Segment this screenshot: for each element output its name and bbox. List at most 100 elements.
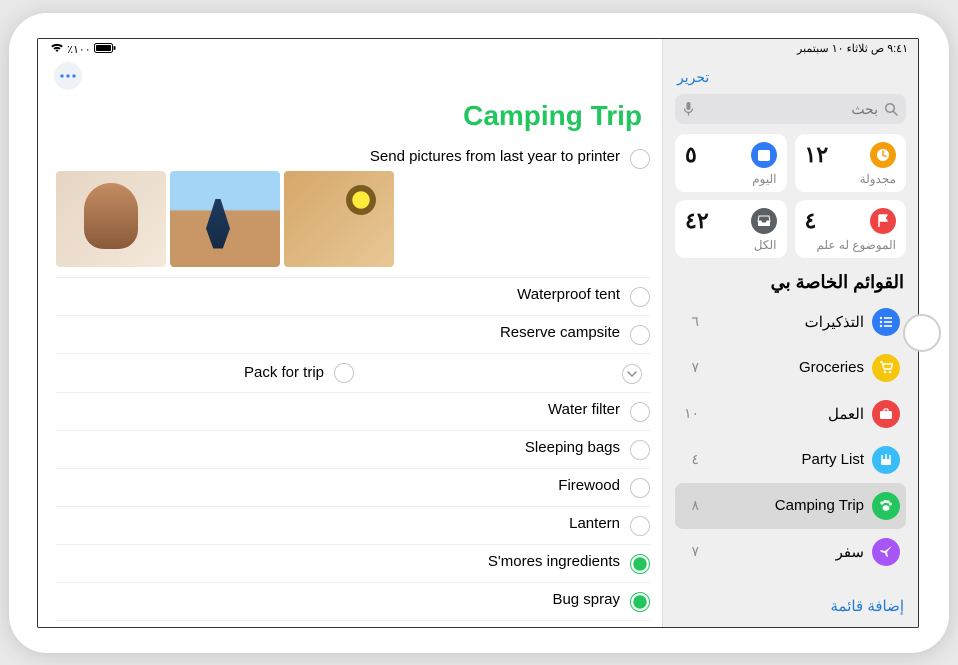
reminder-title: Bug spray xyxy=(56,591,620,608)
search-icon xyxy=(884,102,898,116)
status-left: ٪١٠٠ xyxy=(50,43,116,56)
attachment-thumbnail[interactable] xyxy=(56,171,166,267)
main-pane: ٪١٠٠ Camping Trip Send pictures from las… xyxy=(38,39,662,627)
reminder-checkbox[interactable] xyxy=(630,440,650,460)
reminder-checkbox[interactable] xyxy=(630,325,650,345)
plane-icon xyxy=(872,538,900,566)
calendar-icon xyxy=(751,142,777,168)
smart-count: ٥ xyxy=(685,142,697,168)
home-button[interactable] xyxy=(903,314,941,352)
list-count: ٨ xyxy=(681,497,699,514)
reminder-checkbox[interactable] xyxy=(630,592,650,612)
reminders-list: Send pictures from last year to printer W… xyxy=(38,140,662,621)
cart-icon xyxy=(872,354,900,382)
smart-label: مجدولة xyxy=(805,172,897,186)
smart-label: اليوم xyxy=(685,172,777,186)
list-count: ٦ xyxy=(681,313,699,330)
smart-card-مجدولة[interactable]: ١٢ مجدولة xyxy=(795,134,907,192)
ipad-frame: ٪١٠٠ Camping Trip Send pictures from las… xyxy=(9,13,949,653)
reminder-title: Firewood xyxy=(56,477,620,494)
reminder-title: Sleeping bags xyxy=(56,439,620,456)
list-count: ٧ xyxy=(681,359,699,376)
search-input[interactable] xyxy=(675,94,906,124)
reminder-checkbox[interactable] xyxy=(630,287,650,307)
flag-icon xyxy=(870,208,896,234)
status-bar-left: ٪١٠٠ xyxy=(38,39,662,56)
list-name: Party List xyxy=(801,451,864,468)
reminder-item[interactable]: Waterproof tent xyxy=(56,278,650,316)
mic-icon[interactable] xyxy=(683,101,694,117)
reminder-item[interactable]: Water filter xyxy=(56,393,650,431)
smart-card-اليوم[interactable]: ٥ اليوم xyxy=(675,134,787,192)
sidebar-list-التذكيرات[interactable]: ٦ التذكيرات xyxy=(675,299,906,345)
sidebar-list-Camping Trip[interactable]: ٨ Camping Trip xyxy=(675,483,906,529)
smart-count: ٤٢ xyxy=(685,208,709,234)
reminder-title: Lantern xyxy=(56,515,620,532)
reminder-title: Send pictures from last year to printer xyxy=(56,148,620,165)
user-lists: ٦ التذكيرات ٧ Groceries ١٠ العمل ٤ Party List ٨ C… xyxy=(675,299,906,575)
tray-icon xyxy=(751,208,777,234)
edit-button[interactable]: تحرير xyxy=(675,65,906,94)
sidebar-list-سفر[interactable]: ٧ سفر xyxy=(675,529,906,575)
battery-icon xyxy=(94,43,116,53)
reminder-title: Waterproof tent xyxy=(56,286,620,303)
reminder-checkbox[interactable] xyxy=(630,516,650,536)
cake-icon xyxy=(872,446,900,474)
reminder-item[interactable]: Firewood xyxy=(56,469,650,507)
reminder-item[interactable]: Bug spray xyxy=(56,583,650,621)
sidebar: ٩:٤١ ص ثلاثاء ١٠ سبتمبر تحرير ٥ اليوم ١٢ مج… xyxy=(662,39,918,627)
status-bar-right: ٩:٤١ ص ثلاثاء ١٠ سبتمبر xyxy=(663,39,918,59)
sidebar-list-Groceries[interactable]: ٧ Groceries xyxy=(675,345,906,391)
reminder-item[interactable]: S'mores ingredients xyxy=(56,545,650,583)
reminder-item[interactable]: Sleeping bags xyxy=(56,431,650,469)
briefcase-icon xyxy=(872,400,900,428)
reminder-checkbox[interactable] xyxy=(334,363,354,383)
wifi-icon xyxy=(50,43,64,53)
list-count: ٧ xyxy=(681,543,699,560)
search-field[interactable] xyxy=(694,101,878,117)
list-name: Groceries xyxy=(799,359,864,376)
reminder-title: Reserve campsite xyxy=(56,324,620,341)
list-icon xyxy=(872,308,900,336)
my-lists-header: القوائم الخاصة بي xyxy=(677,272,904,293)
list-name: Camping Trip xyxy=(775,497,864,514)
smart-count: ١٢ xyxy=(805,142,829,168)
reminder-title: Water filter xyxy=(56,401,620,418)
paw-icon xyxy=(872,492,900,520)
add-list-button[interactable]: إضافة قائمة xyxy=(663,587,918,627)
list-title: Camping Trip xyxy=(38,90,662,140)
reminder-title: S'mores ingredients xyxy=(56,553,620,570)
list-name: العمل xyxy=(828,405,864,423)
clock-icon xyxy=(870,142,896,168)
status-time: ٩:٤١ ص ثلاثاء ١٠ سبتمبر xyxy=(797,42,908,55)
reminder-checkbox[interactable] xyxy=(630,554,650,574)
smart-card-الموضوع له علم[interactable]: ٤ الموضوع له علم xyxy=(795,200,907,258)
smart-label: الموضوع له علم xyxy=(805,238,897,252)
reminder-item[interactable]: Send pictures from last year to printer xyxy=(56,140,650,278)
reminder-attachments[interactable] xyxy=(56,171,620,267)
smart-label: الكل xyxy=(685,238,777,252)
new-reminder-button[interactable]: تذكير جديد + xyxy=(38,621,662,628)
chevron-down-icon[interactable] xyxy=(622,364,642,384)
reminder-item[interactable]: Pack for trip xyxy=(56,354,650,393)
list-count: ١٠ xyxy=(681,405,699,422)
list-count: ٤ xyxy=(681,451,699,468)
attachment-thumbnail[interactable] xyxy=(284,171,394,267)
main-toolbar xyxy=(38,56,662,90)
list-name: سفر xyxy=(836,543,864,561)
reminder-checkbox[interactable] xyxy=(630,149,650,169)
attachment-thumbnail[interactable] xyxy=(170,171,280,267)
reminder-title: Pack for trip xyxy=(56,364,324,381)
smart-card-الكل[interactable]: ٤٢ الكل xyxy=(675,200,787,258)
sidebar-list-العمل[interactable]: ١٠ العمل xyxy=(675,391,906,437)
smart-count: ٤ xyxy=(805,208,817,234)
smart-lists-grid: ٥ اليوم ١٢ مجدولة ٤٢ الكل ٤ الموضوع له علم xyxy=(675,134,906,258)
list-name: التذكيرات xyxy=(805,313,864,331)
reminder-item[interactable]: Lantern xyxy=(56,507,650,545)
reminder-checkbox[interactable] xyxy=(630,402,650,422)
screen: ٪١٠٠ Camping Trip Send pictures from las… xyxy=(37,38,919,628)
more-button[interactable] xyxy=(54,62,82,90)
reminder-checkbox[interactable] xyxy=(630,478,650,498)
reminder-item[interactable]: Reserve campsite xyxy=(56,316,650,354)
sidebar-list-Party List[interactable]: ٤ Party List xyxy=(675,437,906,483)
